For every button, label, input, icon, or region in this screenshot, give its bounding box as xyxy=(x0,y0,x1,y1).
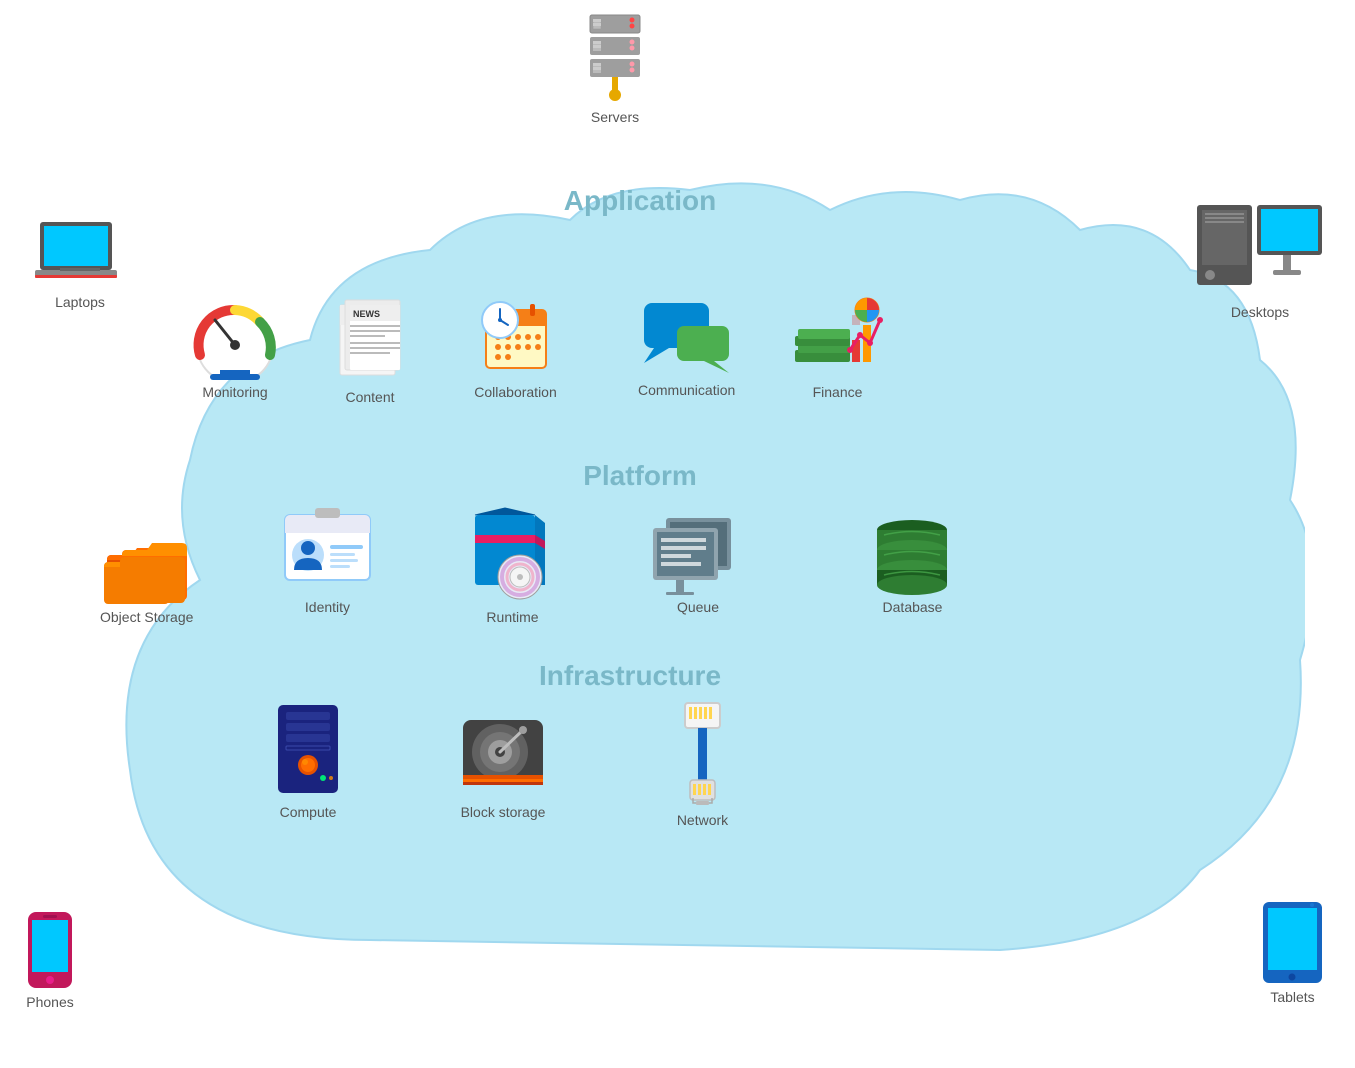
block-storage-item: Block storage xyxy=(458,710,548,820)
object-storage-item: Object Storage xyxy=(100,530,193,625)
laptops-label: Laptops xyxy=(55,294,105,310)
phones-item: Phones xyxy=(25,910,75,1010)
monitoring-label: Monitoring xyxy=(202,384,267,400)
laptops-item: Laptops xyxy=(30,220,130,310)
finance-label: Finance xyxy=(813,384,863,400)
network-icon xyxy=(665,698,740,808)
collaboration-label: Collaboration xyxy=(474,384,557,400)
collaboration-icon xyxy=(468,290,563,380)
tablets-icon xyxy=(1260,900,1325,985)
runtime-icon xyxy=(465,505,560,605)
monitoring-icon xyxy=(190,300,280,380)
svg-text:NEWS: NEWS xyxy=(353,309,380,319)
database-item: Database xyxy=(870,510,955,615)
identity-icon xyxy=(280,505,375,595)
compute-label: Compute xyxy=(280,804,337,820)
laptops-icon xyxy=(30,220,130,290)
compute-icon xyxy=(268,700,348,800)
block-storage-label: Block storage xyxy=(461,804,546,820)
identity-label: Identity xyxy=(305,599,350,615)
network-item: Network xyxy=(665,698,740,828)
tablets-item: Tablets xyxy=(1260,900,1325,1005)
communication-icon xyxy=(639,298,734,378)
collaboration-item: Collaboration xyxy=(468,290,563,400)
queue-label: Queue xyxy=(677,599,719,615)
desktops-item: Desktops xyxy=(1195,200,1325,320)
queue-icon xyxy=(648,510,748,595)
communication-item: Communication xyxy=(638,298,735,398)
queue-item: Queue xyxy=(648,510,748,615)
content-icon: NEWS xyxy=(330,295,410,385)
infrastructure-label: Infrastructure xyxy=(420,660,840,692)
network-label: Network xyxy=(677,812,728,828)
runtime-item: Runtime xyxy=(465,505,560,625)
finance-icon xyxy=(790,295,885,380)
monitoring-item: Monitoring xyxy=(190,300,280,400)
application-label: Application xyxy=(490,185,790,217)
desktops-icon xyxy=(1195,200,1325,300)
desktops-label: Desktops xyxy=(1231,304,1289,320)
runtime-label: Runtime xyxy=(486,609,538,625)
compute-item: Compute xyxy=(268,700,348,820)
object-storage-icon xyxy=(102,530,192,605)
content-label: Content xyxy=(345,389,394,405)
block-storage-icon xyxy=(458,710,548,800)
tablets-label: Tablets xyxy=(1270,989,1314,1005)
object-storage-label: Object Storage xyxy=(100,609,193,625)
servers-item: Servers xyxy=(580,10,650,125)
database-icon xyxy=(870,510,955,595)
content-item: NEWS Content xyxy=(330,295,410,405)
finance-item: Finance xyxy=(790,295,885,400)
communication-label: Communication xyxy=(638,382,735,398)
phones-icon xyxy=(25,910,75,990)
servers-icon xyxy=(580,10,650,105)
phones-label: Phones xyxy=(26,994,73,1010)
identity-item: Identity xyxy=(280,505,375,615)
platform-label: Platform xyxy=(490,460,790,492)
database-label: Database xyxy=(883,599,943,615)
